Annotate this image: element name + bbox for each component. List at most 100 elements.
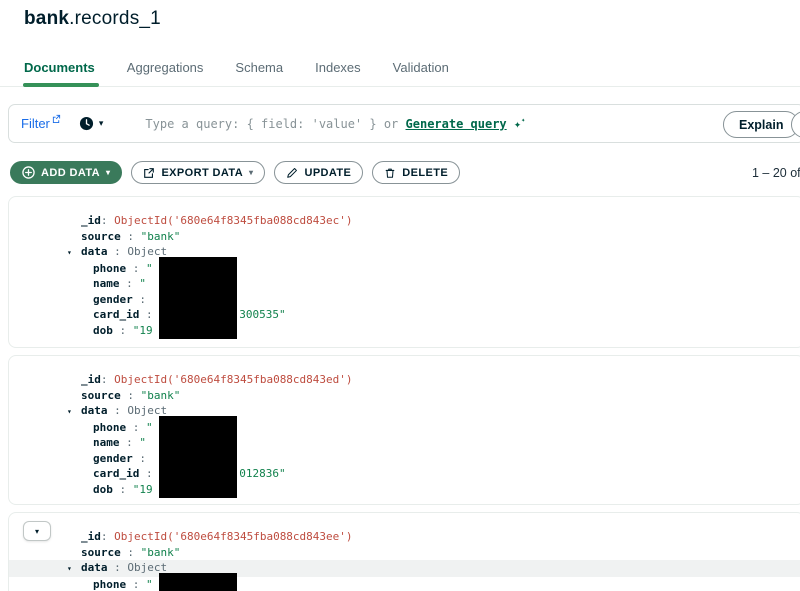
tab-divider	[0, 86, 800, 87]
field-text: "bank"	[140, 388, 181, 402]
query-history-button[interactable]: ▾	[79, 116, 104, 131]
query-bar: Filter ▾ Type a query: { field: 'value' …	[8, 104, 800, 143]
field-text: name	[93, 277, 120, 290]
document-field-row[interactable]: dob : "19	[9, 323, 800, 339]
field-text: data	[81, 245, 108, 258]
database-name: bank	[24, 8, 70, 29]
collapse-caret-icon[interactable]: ▾	[67, 245, 81, 261]
tab-aggregations[interactable]: Aggregations	[127, 60, 204, 87]
field-text: :	[126, 420, 146, 434]
document-field-row[interactable]: ▾ data : Object	[9, 244, 800, 261]
field-text: :	[139, 308, 160, 321]
field-text: :	[120, 388, 141, 402]
field-text: :	[107, 245, 128, 258]
document-field-row[interactable]: ▾ data : Object	[9, 560, 800, 577]
document-field-row[interactable]: source : "bank"	[9, 545, 800, 561]
field-text: :	[100, 373, 115, 386]
document-field-row[interactable]: gender :	[9, 451, 800, 467]
explain-button[interactable]: Explain	[723, 111, 800, 138]
chevron-down-icon: ▾	[249, 168, 254, 177]
document-field-row[interactable]: name : "	[9, 276, 800, 292]
document-field-row[interactable]: source : "bank"	[9, 388, 800, 404]
field-text: :	[119, 436, 140, 449]
document-field-row[interactable]: phone : "	[9, 261, 800, 277]
field-text: :	[107, 561, 128, 574]
document-field-row[interactable]: card_id : 012836"	[9, 466, 800, 482]
redaction-box	[159, 573, 237, 591]
query-placeholder-text: Type a query: { field: 'value' } or	[145, 117, 406, 131]
field-text: :	[100, 530, 115, 543]
field-text: ObjectId('680e64f8345fba088cd843ee')	[114, 530, 353, 543]
field-text: :	[119, 277, 140, 290]
add-circle-icon	[22, 166, 35, 179]
document-field-row[interactable]: dob : "19	[9, 482, 800, 498]
document-field-row[interactable]: phone : "	[9, 420, 800, 436]
document-field-row[interactable]: _id: ObjectId('680e64f8345fba088cd843ee'…	[9, 529, 800, 545]
field-text: :	[100, 214, 115, 227]
field-text: 012836"	[239, 467, 286, 480]
field-text: "19	[132, 323, 153, 337]
field-text: data	[81, 404, 108, 417]
field-text: "bank"	[140, 545, 181, 559]
tab-indexes[interactable]: Indexes	[315, 60, 361, 87]
field-text: "	[146, 577, 153, 591]
delete-button[interactable]: DELETE	[372, 161, 461, 184]
field-text: source	[81, 545, 121, 559]
field-text: gender	[93, 451, 133, 465]
document-field-row[interactable]: _id: ObjectId('680e64f8345fba088cd843ed'…	[9, 372, 800, 388]
external-link-icon	[52, 114, 61, 123]
field-text: :	[126, 577, 146, 591]
field-text: :	[139, 467, 160, 480]
export-data-button[interactable]: EXPORT DATA ▾	[131, 161, 266, 184]
field-text: :	[107, 404, 128, 417]
collapse-caret-icon[interactable]: ▾	[67, 561, 81, 577]
field-text: :	[126, 261, 146, 275]
chevron-down-icon: ▾	[98, 118, 104, 128]
field-text: _id	[81, 214, 101, 227]
document-field-row[interactable]: card_id : 300535"	[9, 307, 800, 323]
field-text: :	[120, 229, 141, 243]
field-text: :	[112, 482, 133, 496]
field-text: phone	[93, 577, 127, 591]
filter-label: Filter	[21, 116, 50, 131]
collapse-caret-icon[interactable]: ▾	[67, 404, 81, 420]
document-field-row[interactable]: phone : "	[9, 577, 800, 591]
field-text: card_id	[93, 308, 140, 321]
field-text: _id	[81, 530, 101, 543]
pencil-icon	[286, 167, 298, 179]
field-text: ObjectId('680e64f8345fba088cd843ed')	[114, 373, 353, 386]
document-field-row[interactable]: _id: ObjectId('680e64f8345fba088cd843ec'…	[9, 213, 800, 229]
redaction-box	[159, 416, 237, 498]
document-field-row[interactable]: name : "	[9, 435, 800, 451]
document-field-row[interactable]: ▾ data : Object	[9, 403, 800, 420]
field-text: phone	[93, 420, 127, 434]
document-field-row[interactable]: gender :	[9, 292, 800, 308]
query-input[interactable]: Type a query: { field: 'value' } or Gene…	[145, 116, 525, 131]
filter-link[interactable]: Filter	[21, 114, 61, 131]
generate-query-link[interactable]: Generate query	[406, 117, 507, 131]
field-text: phone	[93, 261, 127, 275]
crud-toolbar: ADD DATA ▾ EXPORT DATA ▾ UPDATE DELETE	[10, 161, 461, 184]
document-card: _id: ObjectId('680e64f8345fba088cd843ed'…	[8, 355, 800, 505]
field-text: :	[132, 292, 153, 306]
field-text: _id	[81, 373, 101, 386]
chevron-down-icon: ▾	[106, 168, 111, 177]
field-text: data	[81, 561, 108, 574]
field-text: "bank"	[140, 229, 181, 243]
field-text: card_id	[93, 467, 140, 480]
field-text: name	[93, 436, 120, 449]
field-text: source	[81, 388, 121, 402]
add-data-button[interactable]: ADD DATA ▾	[10, 161, 123, 184]
tab-schema[interactable]: Schema	[235, 60, 283, 87]
field-text: :	[120, 545, 141, 559]
active-tab-underline	[23, 83, 99, 87]
export-icon	[143, 167, 155, 179]
clock-icon	[79, 116, 94, 131]
field-text: source	[81, 229, 121, 243]
document-field-row[interactable]: source : "bank"	[9, 229, 800, 245]
document-card: _id: ObjectId('680e64f8345fba088cd843ec'…	[8, 196, 800, 348]
document-list: _id: ObjectId('680e64f8345fba088cd843ec'…	[8, 196, 800, 591]
pagination-status: 1 – 20 of	[752, 166, 800, 180]
update-button[interactable]: UPDATE	[274, 161, 364, 184]
tab-validation[interactable]: Validation	[393, 60, 449, 87]
